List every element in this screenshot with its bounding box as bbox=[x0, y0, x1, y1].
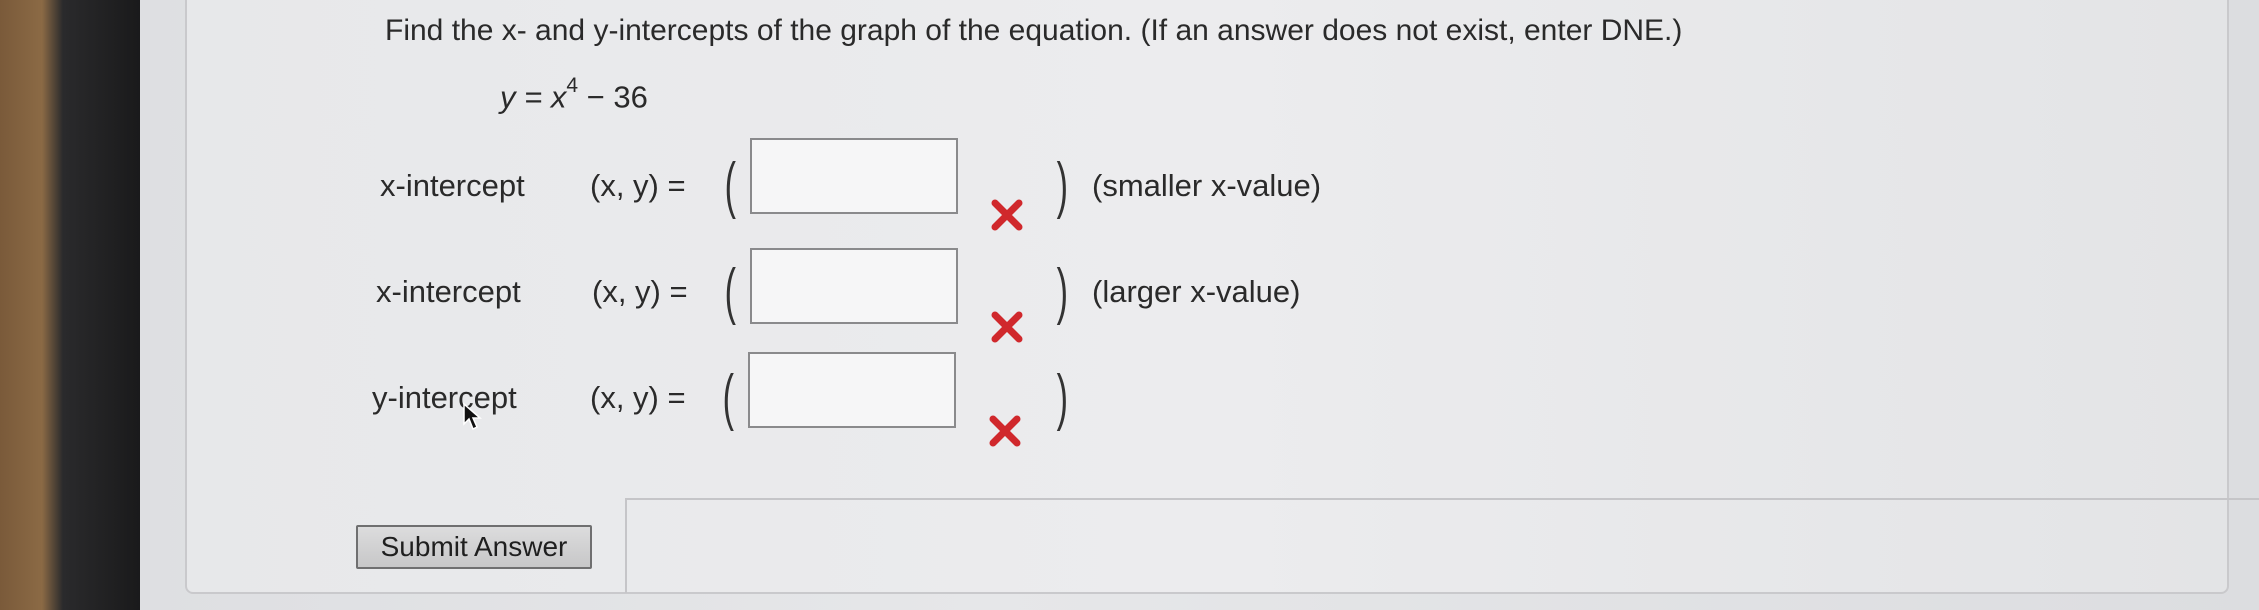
close-paren: ) bbox=[1056, 363, 1069, 432]
open-paren: ( bbox=[724, 151, 737, 220]
row-label: x-intercept bbox=[376, 274, 521, 309]
open-paren: ( bbox=[722, 363, 735, 432]
screen-bezel bbox=[0, 0, 140, 610]
equation-rhs: − 36 bbox=[578, 79, 648, 115]
answer-input-3[interactable] bbox=[748, 352, 956, 428]
open-paren: ( bbox=[724, 257, 737, 326]
equation: y = x4 − 36 bbox=[500, 74, 648, 115]
x-mark-icon bbox=[991, 311, 1023, 343]
equation-exponent: 4 bbox=[566, 74, 579, 97]
row-label: y-intercept bbox=[372, 380, 517, 415]
answer-row-1: x-intercept (x, y) = ( ) (smaller x-valu… bbox=[380, 138, 1380, 248]
row-note: (larger x-value) bbox=[1092, 274, 1301, 309]
answer-input-2[interactable] bbox=[750, 248, 958, 324]
row-label: x-intercept bbox=[380, 168, 525, 203]
answer-row-2: x-intercept (x, y) = ( ) (larger x-value… bbox=[376, 248, 1376, 354]
answer-input-1[interactable] bbox=[750, 138, 958, 214]
row-note: (smaller x-value) bbox=[1092, 168, 1322, 203]
divider bbox=[625, 498, 2259, 500]
x-mark-icon bbox=[989, 415, 1021, 447]
x-mark-icon bbox=[991, 199, 1023, 231]
coords-label: (x, y) = bbox=[592, 274, 688, 309]
question-text: Find the x- and y-intercepts of the grap… bbox=[385, 14, 1683, 47]
close-paren: ) bbox=[1056, 257, 1069, 326]
answer-row-3: y-intercept (x, y) = ( ) bbox=[372, 352, 1372, 460]
coords-label: (x, y) = bbox=[590, 168, 686, 203]
divider bbox=[625, 498, 627, 593]
close-paren: ) bbox=[1056, 151, 1069, 220]
mouse-pointer-icon bbox=[463, 402, 482, 431]
equation-lhs: y = x bbox=[500, 79, 567, 115]
coords-label: (x, y) = bbox=[590, 380, 686, 415]
submit-answer-button[interactable]: Submit Answer bbox=[356, 525, 592, 569]
